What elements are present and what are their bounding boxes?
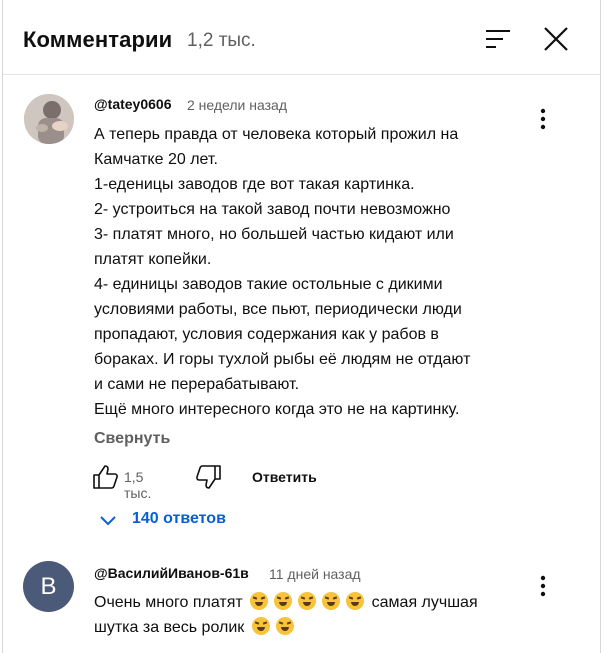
rofl-emoji-icon <box>346 592 365 610</box>
more-button[interactable] <box>531 107 555 131</box>
rofl-emoji-icon <box>298 592 317 610</box>
rofl-emoji-icon <box>250 592 269 610</box>
thumb-up-icon <box>93 465 118 489</box>
more-vert-icon <box>540 575 546 597</box>
rofl-emoji-icon <box>251 617 270 635</box>
sort-icon <box>486 30 510 48</box>
comment-author[interactable]: @tatey0606 <box>94 96 171 112</box>
comments-panel: Комментарии 1,2 тыс. @tatey0606 2 недели <box>2 0 601 653</box>
comment-line: шутка за весь ролик <box>94 615 478 640</box>
chevron-down-icon <box>100 516 116 526</box>
comment-line: 4- единицы заводов такие остольные с дик… <box>94 276 443 293</box>
comment-text: Очень много платят самая лучшая шутка за… <box>94 590 478 640</box>
like-button[interactable] <box>90 462 120 492</box>
rofl-emoji-icon <box>274 592 293 610</box>
comment-text-part: шутка за весь ролик <box>94 619 245 636</box>
comment-text-part: самая лучшая <box>371 594 478 611</box>
more-button[interactable] <box>531 574 555 598</box>
like-count: 1,5 тыс. <box>124 469 152 501</box>
comments-header: Комментарии 1,2 тыс. <box>3 0 600 75</box>
more-vert-icon <box>540 108 546 130</box>
close-button[interactable] <box>541 24 571 54</box>
comment-line: и сами не перерабатывают. <box>94 376 300 393</box>
comment-line: Камчатке 20 лет. <box>94 151 218 168</box>
comment-line: платят копейки. <box>94 251 212 268</box>
avatar[interactable] <box>24 94 74 144</box>
comment-line: бораках. И горы тухлой рыбы её людям не … <box>94 351 471 368</box>
comment-text: А теперь правда от человека который прож… <box>94 122 470 422</box>
comment-line: 2- устроиться на такой завод почти невоз… <box>94 201 451 218</box>
rofl-emoji-icon <box>275 617 294 635</box>
comment-line: 1-еденицы заводов где вот такая картинка… <box>94 176 415 193</box>
rofl-emoji-icon <box>322 592 341 610</box>
panel-title: Комментарии <box>23 27 173 52</box>
avatar-photo <box>24 94 74 144</box>
avatar-letter: B <box>40 572 57 600</box>
reply-button[interactable]: Ответить <box>252 469 317 485</box>
comment-time[interactable]: 2 недели назад <box>187 97 287 113</box>
close-icon <box>544 27 568 51</box>
comment-line: Ещё много интересного когда это не на ка… <box>94 401 460 418</box>
replies-label: 140 ответов <box>132 510 226 527</box>
comments-count: 1,2 тыс. <box>187 30 256 51</box>
sort-button[interactable] <box>483 24 513 54</box>
thumb-down-icon <box>196 465 221 489</box>
comment-time[interactable]: 11 дней назад <box>269 566 361 582</box>
comment-line: Очень много платят самая лучшая <box>94 590 478 615</box>
comment-author[interactable]: @ВасилийИванов-61в <box>94 565 249 581</box>
comment-line: 3- платят много, но большей частью кидаю… <box>94 226 454 243</box>
comment-text-part: Очень много платят <box>94 594 243 611</box>
comment-line: условиями работы, все пьют, периодически… <box>94 301 462 318</box>
avatar[interactable]: B <box>23 561 74 612</box>
comment-line: А теперь правда от человека который прож… <box>94 126 459 143</box>
dislike-button[interactable] <box>194 462 224 492</box>
comment-line: пропадают, условия содержания как у рабо… <box>94 326 439 343</box>
collapse-button[interactable]: Свернуть <box>94 430 170 448</box>
